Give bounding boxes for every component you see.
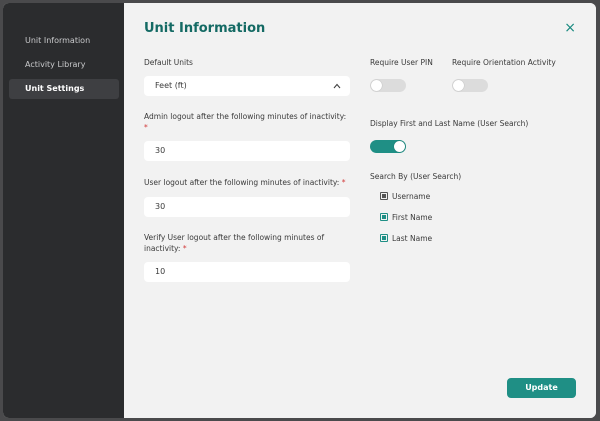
- sidebar-item-unit-information[interactable]: Unit Information: [9, 31, 119, 51]
- default-units-value: Feet (ft): [155, 81, 187, 90]
- search-by-username[interactable]: Username: [380, 190, 430, 202]
- default-units-select[interactable]: Feet (ft): [144, 76, 350, 96]
- update-button[interactable]: Update: [507, 378, 576, 398]
- checkbox-username[interactable]: [380, 192, 388, 200]
- close-icon[interactable]: ×: [564, 21, 576, 35]
- sidebar: Unit Information Activity Library Unit S…: [3, 3, 124, 418]
- user-logout-label: User logout after the following minutes …: [144, 178, 346, 187]
- display-names-label: Display First and Last Name (User Search…: [370, 119, 529, 128]
- require-pin-toggle[interactable]: [370, 79, 406, 92]
- settings-window: Unit Information Activity Library Unit S…: [3, 3, 596, 418]
- checkbox-first-name[interactable]: [380, 213, 388, 221]
- page-title: Unit Information: [144, 21, 266, 36]
- required-marker: *: [182, 244, 187, 253]
- require-pin-label: Require User PIN: [370, 58, 433, 67]
- user-logout-input[interactable]: 30: [144, 197, 350, 217]
- required-marker: *: [341, 178, 346, 187]
- display-names-toggle[interactable]: [370, 140, 406, 153]
- default-units-label: Default Units: [144, 58, 193, 67]
- main-panel: Unit Information × Default Units Feet (f…: [124, 3, 596, 418]
- sidebar-item-unit-settings[interactable]: Unit Settings: [9, 79, 119, 99]
- verify-logout-input[interactable]: 10: [144, 262, 350, 282]
- admin-logout-label: Admin logout after the following minutes…: [144, 112, 347, 132]
- search-by-first-name[interactable]: First Name: [380, 211, 432, 223]
- admin-logout-input[interactable]: 30: [144, 141, 350, 161]
- require-orientation-toggle[interactable]: [452, 79, 488, 92]
- require-orientation-label: Require Orientation Activity: [452, 58, 556, 67]
- required-marker: *: [144, 123, 148, 132]
- search-by-last-name[interactable]: Last Name: [380, 232, 432, 244]
- sidebar-item-activity-library[interactable]: Activity Library: [9, 55, 119, 75]
- checkbox-last-name[interactable]: [380, 234, 388, 242]
- chevron-up-icon: [333, 76, 341, 104]
- search-by-label: Search By (User Search): [370, 172, 462, 181]
- verify-logout-label: Verify User logout after the following m…: [144, 233, 325, 253]
